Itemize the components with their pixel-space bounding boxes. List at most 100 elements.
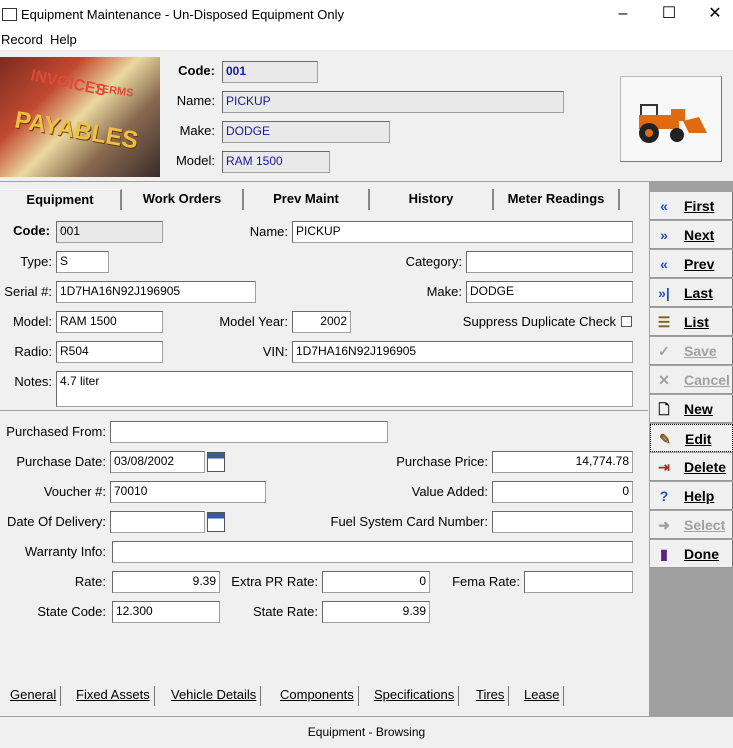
state-rate-field[interactable]: 9.39 <box>322 601 430 623</box>
cancel-button[interactable]: ✕ Cancel <box>650 366 733 394</box>
equip-vin-label: VIN: <box>262 344 288 359</box>
equip-notes-field[interactable]: 4.7 liter <box>56 371 633 407</box>
extra-pr-rate-field[interactable]: 0 <box>322 571 430 593</box>
equip-serial-field[interactable]: 1D7HA16N92J196905 <box>56 281 256 303</box>
fema-rate-label: Fema Rate: <box>452 574 520 589</box>
banner-word-payables: PAYABLES <box>12 106 140 155</box>
save-button[interactable]: ✓ Save <box>650 337 733 365</box>
prev-icon: « <box>660 256 668 272</box>
warranty-field[interactable] <box>112 541 633 563</box>
equip-serial-label: Serial #: <box>4 284 52 299</box>
purchase-date-calendar-icon[interactable] <box>207 452 225 472</box>
last-icon: »| <box>658 285 670 301</box>
select-arrow-icon: ➜ <box>658 517 670 533</box>
equip-model-year-label: Model Year: <box>219 314 288 329</box>
new-button[interactable]: 🗋 New <box>650 395 733 423</box>
voucher-field[interactable]: 70010 <box>110 481 266 503</box>
help-button[interactable]: ? Help <box>650 482 733 510</box>
payables-banner-image: INVOICES TERMS PAYABLES <box>0 57 160 177</box>
equip-model-field[interactable]: RAM 1500 <box>56 311 163 333</box>
header-code-field: 001 <box>222 61 318 83</box>
equip-category-field[interactable] <box>466 251 633 273</box>
first-button[interactable]: «First <box>650 192 733 220</box>
maximize-button[interactable]: ☐ <box>646 0 692 30</box>
suppress-duplicate-label: Suppress Duplicate Check <box>462 314 616 329</box>
minimize-button[interactable]: – <box>600 0 646 30</box>
rate-label: Rate: <box>74 574 106 589</box>
tab-fixed-assets[interactable]: Fixed Assets <box>72 686 155 706</box>
tab-prev-maint[interactable]: Prev Maint <box>244 189 370 210</box>
first-icon: « <box>660 198 668 214</box>
done-button[interactable]: ▮ Done <box>650 540 733 568</box>
tab-general[interactable]: General <box>6 686 62 706</box>
value-added-field[interactable]: 0 <box>492 481 633 503</box>
extra-pr-rate-label: Extra PR Rate: <box>231 574 318 589</box>
tab-tires[interactable]: Tires <box>472 686 510 706</box>
tab-work-orders[interactable]: Work Orders <box>122 189 244 210</box>
tab-components[interactable]: Components <box>276 686 359 706</box>
purchase-price-field[interactable]: 14,774.78 <box>492 451 633 473</box>
panel-divider <box>0 410 648 411</box>
edit-button[interactable]: ✎ Edit <box>650 424 733 452</box>
equip-type-field[interactable]: S <box>56 251 109 273</box>
equip-radio-field[interactable]: R504 <box>56 341 163 363</box>
delete-button[interactable]: ⇥ Delete <box>650 453 733 481</box>
new-document-icon: 🗋 <box>658 401 670 417</box>
equip-type-label: Type: <box>20 254 52 269</box>
prev-button[interactable]: «Prev <box>650 250 733 278</box>
state-code-field[interactable]: 12.300 <box>112 601 220 623</box>
delivery-date-calendar-icon[interactable] <box>207 512 225 532</box>
tab-equipment[interactable]: Equipment <box>0 189 122 210</box>
purchase-price-label: Purchase Price: <box>396 454 488 469</box>
list-button[interactable]: ☰ List <box>650 308 733 336</box>
suppress-duplicate-checkbox[interactable] <box>621 316 632 327</box>
equip-code-field[interactable]: 001 <box>56 221 163 243</box>
delivery-date-field[interactable] <box>110 511 205 533</box>
tab-history[interactable]: History <box>370 189 494 210</box>
edit-icon: ✎ <box>659 431 671 447</box>
fema-rate-field[interactable] <box>524 571 633 593</box>
state-code-label: State Code: <box>37 604 106 619</box>
done-door-icon: ▮ <box>660 546 668 562</box>
tractor-icon <box>639 104 707 143</box>
equip-model-label: Model: <box>12 314 52 329</box>
purchase-date-field[interactable]: 03/08/2002 <box>110 451 205 473</box>
header-make-label: Make: <box>179 123 215 138</box>
fuel-card-field[interactable] <box>492 511 633 533</box>
title-bar: Equipment Maintenance - Un-Disposed Equi… <box>0 0 733 30</box>
equip-code-label: Code: <box>13 223 50 238</box>
next-button[interactable]: » Next <box>650 221 733 249</box>
tab-lease[interactable]: Lease <box>520 686 565 706</box>
next-icon: » <box>660 227 668 243</box>
purchased-from-field[interactable] <box>110 421 388 443</box>
voucher-label: Voucher #: <box>43 484 106 499</box>
last-button[interactable]: »| Last <box>650 279 733 307</box>
close-button[interactable]: ✕ <box>692 0 733 30</box>
app-icon <box>2 8 17 21</box>
equip-name-field[interactable]: PICKUP <box>292 221 633 243</box>
help-question-icon: ? <box>659 488 669 504</box>
status-bar: Equipment - Browsing <box>0 716 733 748</box>
tab-vehicle-details[interactable]: Vehicle Details <box>167 686 262 706</box>
header-name-label: Name: <box>176 93 215 108</box>
header-name-field: PICKUP <box>222 91 564 113</box>
fuel-card-label: Fuel System Card Number: <box>330 514 489 529</box>
warranty-label: Warranty Info: <box>24 544 106 559</box>
tractor-image-button[interactable] <box>620 76 722 162</box>
rate-field[interactable]: 9.39 <box>112 571 220 593</box>
purchased-from-label: Purchased From: <box>6 424 106 439</box>
equip-vin-field[interactable]: 1D7HA16N92J196905 <box>292 341 633 363</box>
cancel-icon: ✕ <box>658 372 670 388</box>
menu-record[interactable]: Record <box>1 32 43 47</box>
equip-radio-label: Radio: <box>14 344 52 359</box>
equip-make-field[interactable]: DODGE <box>466 281 633 303</box>
menu-help[interactable]: Help <box>50 32 77 47</box>
select-button[interactable]: ➜ Select <box>650 511 733 539</box>
list-icon: ☰ <box>657 314 671 330</box>
tab-meter-readings[interactable]: Meter Readings <box>494 189 620 210</box>
value-added-label: Value Added: <box>411 484 488 499</box>
equip-model-year-field[interactable]: 2002 <box>292 311 351 333</box>
tab-specifications[interactable]: Specifications <box>370 686 460 706</box>
equip-category-label: Category: <box>405 254 462 269</box>
header-model-field: RAM 1500 <box>222 151 330 173</box>
